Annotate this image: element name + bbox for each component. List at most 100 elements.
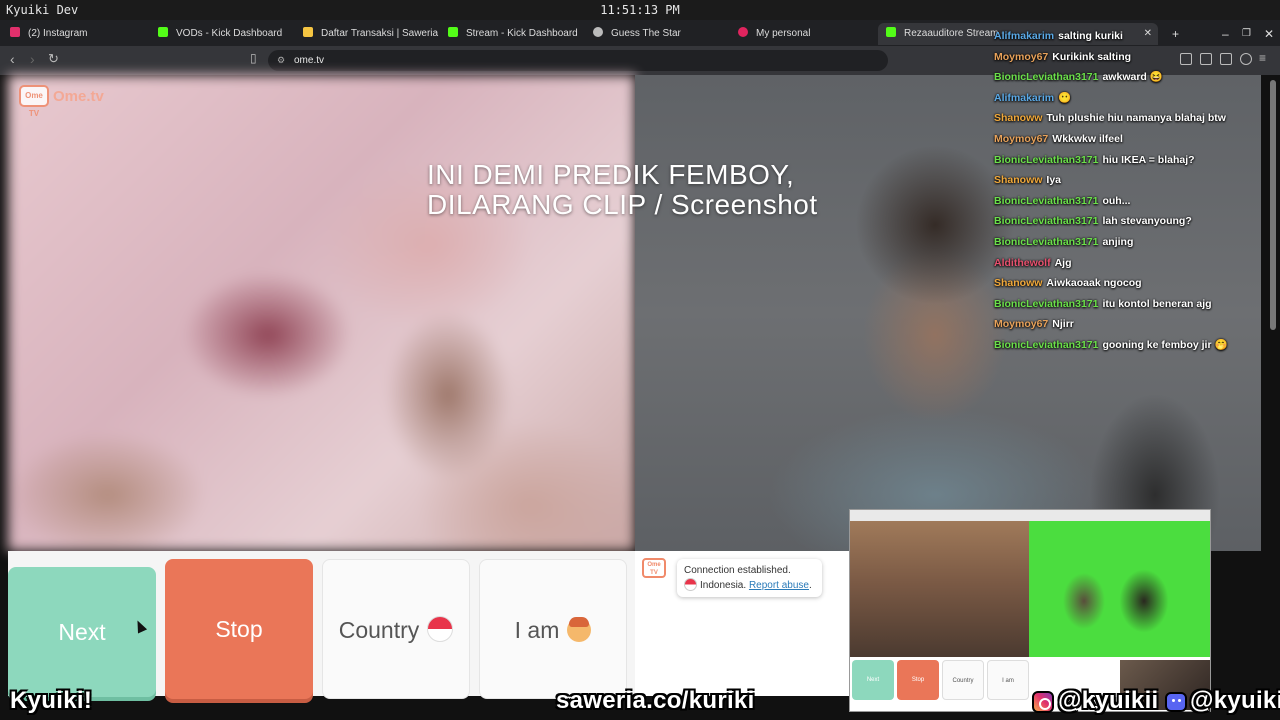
country-label: Country bbox=[338, 617, 420, 643]
stop-label: Stop bbox=[215, 616, 263, 642]
chat-message: Alifmakarim salting kuriki bbox=[994, 27, 1270, 48]
pip-country-label: Country bbox=[952, 678, 974, 684]
tab-label: My personal bbox=[756, 28, 811, 39]
gender-label: I am bbox=[514, 617, 560, 643]
stop-button[interactable]: Stop bbox=[165, 559, 313, 699]
tab-kick-vods[interactable]: VODs - Kick Dashboard bbox=[158, 23, 298, 45]
ometv-logo-text: Ome.tv bbox=[53, 87, 104, 105]
tab-saweria[interactable]: Daftar Transaksi | Saweria bbox=[303, 23, 443, 45]
chat-message: BionicLeviathan3171 ouh... bbox=[994, 192, 1270, 213]
saweria-handle: saweria.co/kuriki bbox=[556, 687, 755, 714]
chat-text: anjing bbox=[1102, 235, 1134, 248]
chat-username: Moymoy67 bbox=[994, 132, 1049, 145]
chat-message: Shanoww Tuh plushie hiu namanya blahaj bt… bbox=[994, 109, 1270, 130]
chat-text: 😶 bbox=[1058, 91, 1072, 104]
pip-gender-label: I am bbox=[1002, 678, 1014, 684]
pip-browser-bar bbox=[850, 510, 1210, 521]
overlay-line-2: DILARANG CLIP / Screenshot bbox=[427, 189, 818, 220]
pip-right-video bbox=[1029, 521, 1210, 657]
discord-icon bbox=[1165, 692, 1187, 712]
chat-message: BionicLeviathan3171 anjing bbox=[994, 233, 1270, 254]
ometv-controls: Next Stop Country I am bbox=[8, 551, 635, 699]
overlay-line-1: INI DEMI PREDIK FEMBOY, bbox=[427, 159, 795, 190]
next-button[interactable]: Next bbox=[8, 567, 156, 697]
chat-message: BionicLeviathan3171 hiu IKEA = blahaj? bbox=[994, 151, 1270, 172]
stranger-video bbox=[8, 75, 635, 551]
ometv-logo-mark: Ome TV bbox=[19, 85, 49, 118]
next-label: Next bbox=[58, 619, 106, 645]
pip-preview-window: Next Stop Country I am bbox=[849, 509, 1211, 712]
url-text: ome.tv bbox=[294, 55, 325, 66]
country-button[interactable]: Country bbox=[322, 559, 470, 699]
chat-username: Alifmakarim bbox=[994, 30, 1055, 42]
chat-message: Moymoy67 Kurikink salting bbox=[994, 48, 1270, 69]
chat-text: salting kuriki bbox=[1058, 30, 1123, 42]
chat-username: Alifmakarim bbox=[994, 91, 1055, 104]
back-icon[interactable]: ‹ bbox=[10, 51, 15, 67]
chat-text: Iya bbox=[1046, 174, 1062, 187]
chat-text: Njirr bbox=[1052, 318, 1074, 331]
status-period: . bbox=[808, 580, 812, 591]
stranger-country: Indonesia. bbox=[700, 580, 747, 591]
screen: Kyuiki Dev 11:51:13 PM (2) Instagram VOD… bbox=[0, 0, 1280, 720]
tab-kick-stream[interactable]: Stream - Kick Dashboard bbox=[448, 23, 588, 45]
saweria-icon bbox=[303, 27, 313, 37]
chat-message: Moymoy67 Wkkwkw ilfeel bbox=[994, 130, 1270, 151]
chat-username: Shanoww bbox=[994, 174, 1043, 187]
chat-username: BionicLeviathan3171 bbox=[994, 153, 1099, 166]
page-scrollbar[interactable] bbox=[1270, 80, 1276, 330]
chat-text: Ajg bbox=[1054, 256, 1072, 269]
tab-my-personal[interactable]: My personal bbox=[738, 23, 878, 45]
chat-username: BionicLeviathan3171 bbox=[994, 194, 1099, 207]
forward-icon[interactable]: › bbox=[30, 51, 35, 67]
os-user: Kyuiki Dev bbox=[6, 3, 79, 17]
site-info-icon[interactable]: ⚙ bbox=[277, 50, 285, 71]
chat-message: BionicLeviathan3171 gooning ke femboy jir… bbox=[994, 336, 1270, 357]
pip-left-video bbox=[850, 521, 1029, 657]
tab-guess-the-star[interactable]: Guess The Star bbox=[593, 23, 733, 45]
chat-message: BionicLeviathan3171 lah stevanyoung? bbox=[994, 212, 1270, 233]
boy-emoji-icon bbox=[567, 617, 592, 642]
tab-label: Guess The Star bbox=[611, 28, 681, 39]
os-clock: 11:51:13 PM bbox=[600, 3, 680, 17]
kick-icon bbox=[886, 27, 896, 37]
indonesia-flag-icon bbox=[427, 616, 454, 642]
chat-text: lah stevanyoung? bbox=[1102, 215, 1192, 228]
tab-label: Stream - Kick Dashboard bbox=[466, 28, 578, 39]
instagram-icon bbox=[10, 27, 20, 37]
tab-label: (2) Instagram bbox=[28, 28, 88, 39]
chat-message: Aldithewolf Ajg bbox=[994, 254, 1270, 275]
kick-icon bbox=[448, 27, 458, 37]
chat-message: Shanoww Aiwkaoaak ngocog bbox=[994, 274, 1270, 295]
stream-banner: Kyuiki! saweria.co/kuriki @kyuikii @kyui… bbox=[0, 686, 1280, 720]
chat-text: hiu IKEA = blahaj? bbox=[1102, 153, 1195, 166]
chat-username: BionicLeviathan3171 bbox=[994, 235, 1099, 248]
os-top-bar: Kyuiki Dev 11:51:13 PM bbox=[0, 0, 1280, 20]
chat-username: BionicLeviathan3171 bbox=[994, 297, 1099, 310]
chat-text: Aiwkaoaak ngocog bbox=[1046, 277, 1142, 290]
chat-username: BionicLeviathan3171 bbox=[994, 215, 1099, 228]
chat-message: Moymoy67 Njirr bbox=[994, 315, 1270, 336]
ometv-logo[interactable]: Ome TV Ome.tv bbox=[19, 83, 104, 118]
chat-message: BionicLeviathan3171 awkward 😆 bbox=[994, 68, 1270, 89]
url-field[interactable]: ⚙ ome.tv bbox=[268, 50, 888, 71]
instagram-icon bbox=[1032, 691, 1054, 713]
ometv-chat-avatar-icon: Ome TV bbox=[642, 558, 666, 578]
chat-username: BionicLeviathan3171 bbox=[994, 338, 1099, 351]
chat-username: Aldithewolf bbox=[994, 256, 1051, 269]
report-abuse-link[interactable]: Report abuse bbox=[749, 580, 809, 591]
kick-icon bbox=[158, 27, 168, 37]
connection-status-text: Connection established. bbox=[684, 565, 791, 576]
chat-username: Moymoy67 bbox=[994, 318, 1049, 331]
bookmark-icon[interactable]: ▯ bbox=[250, 51, 257, 65]
chat-message: Shanoww Iya bbox=[994, 171, 1270, 192]
reload-icon[interactable]: ↻ bbox=[48, 51, 59, 67]
tab-instagram[interactable]: (2) Instagram bbox=[10, 23, 150, 45]
chat-username: BionicLeviathan3171 bbox=[994, 71, 1099, 84]
tab-label: Rezaauditore Stream - bbox=[904, 28, 1005, 39]
instagram-handle: @kyuikii bbox=[1058, 687, 1159, 714]
chat-message: BionicLeviathan3171 itu kontol beneran aj… bbox=[994, 295, 1270, 316]
chat-text: ouh... bbox=[1102, 194, 1131, 207]
discord-handle: @kyuiki bbox=[1190, 687, 1280, 714]
gender-button[interactable]: I am bbox=[479, 559, 627, 699]
